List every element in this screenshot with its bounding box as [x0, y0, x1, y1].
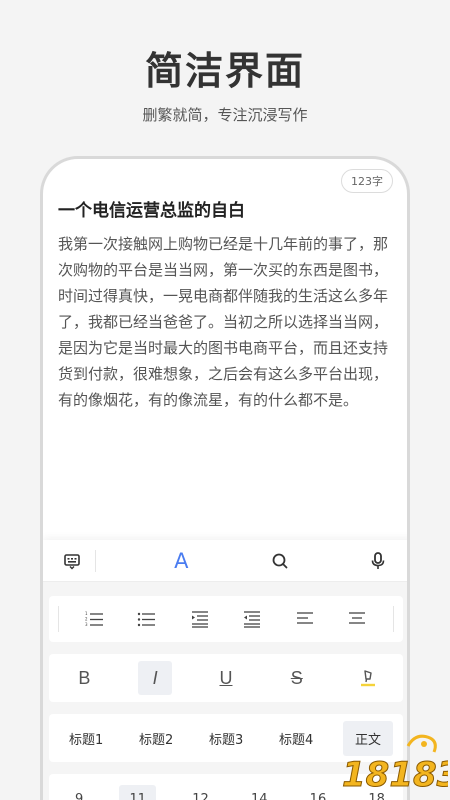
strikethrough-button[interactable]: S	[280, 661, 314, 695]
bold-button[interactable]: B	[67, 661, 101, 695]
row-divider	[392, 606, 394, 632]
phone-frame: 123字 一个电信运营总监的自白 我第一次接触网上购物已经是十几年前的事了，那次…	[40, 156, 410, 800]
document-body[interactable]: 我第一次接触网上购物已经是十几年前的事了，那次购物的平台是当当网，第一次买的东西…	[58, 231, 398, 413]
indent-decrease-icon[interactable]	[235, 602, 269, 636]
font-size-9[interactable]: 9	[69, 787, 89, 800]
svg-text:1: 1	[85, 611, 88, 616]
highlight-icon[interactable]	[351, 661, 385, 695]
word-count-badge: 123字	[341, 169, 393, 193]
italic-button[interactable]: I	[138, 661, 173, 695]
font-size-14[interactable]: 14	[245, 787, 274, 800]
font-size-12[interactable]: 12	[186, 787, 215, 800]
watermark-logo: 18183	[338, 728, 450, 798]
indent-increase-icon[interactable]	[183, 602, 217, 636]
document-title[interactable]: 一个电信运营总监的自白	[58, 196, 398, 221]
align-left-icon[interactable]	[288, 602, 322, 636]
heading-1-button[interactable]: 标题1	[63, 723, 109, 754]
align-center-icon[interactable]	[340, 602, 374, 636]
microphone-icon[interactable]	[365, 548, 391, 574]
svg-text:18183: 18183	[342, 755, 448, 795]
heading-4-button[interactable]: 标题4	[273, 723, 319, 754]
search-icon[interactable]	[267, 548, 293, 574]
text-style-row: B I U S	[49, 654, 403, 702]
svg-text:2: 2	[85, 617, 88, 622]
row-divider	[58, 606, 60, 632]
keyboard-icon[interactable]	[59, 548, 85, 574]
svg-text:3: 3	[85, 622, 88, 627]
font-size-16[interactable]: 16	[304, 787, 333, 800]
heading-2-button[interactable]: 标题2	[133, 723, 179, 754]
editor-toolbar: A	[43, 540, 407, 582]
font-size-11[interactable]: 11	[119, 784, 157, 800]
underline-button[interactable]: U	[209, 661, 243, 695]
toolbar-divider	[95, 549, 96, 572]
heading-3-button[interactable]: 标题3	[203, 723, 249, 754]
list-align-row: 123	[49, 596, 403, 642]
hero-title: 简洁界面	[144, 49, 305, 93]
hero-subtitle: 删繁就简，专注沉浸写作	[142, 106, 308, 124]
ordered-list-icon[interactable]: 123	[78, 602, 112, 636]
font-icon[interactable]: A	[168, 548, 194, 574]
unordered-list-icon[interactable]	[130, 602, 164, 636]
